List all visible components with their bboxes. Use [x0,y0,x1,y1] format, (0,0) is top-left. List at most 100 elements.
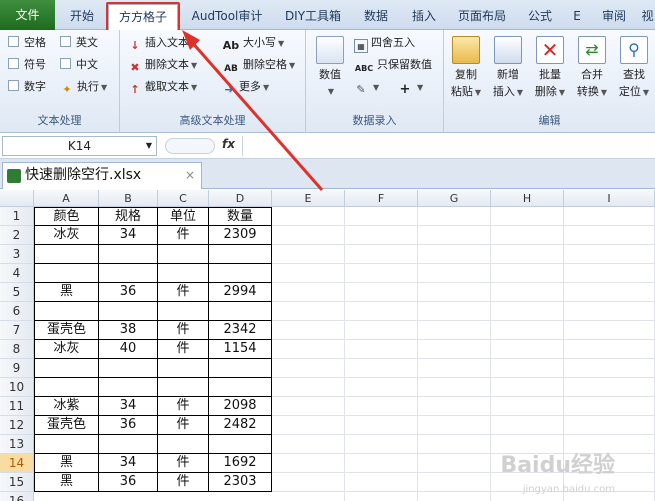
keep-numbers-button[interactable]: ABC 只保留数值 [354,56,432,74]
name-box[interactable]: K14 ▼ [2,136,157,156]
tab-diy-toolbox[interactable]: DIY工具箱 [276,4,350,28]
table-cell[interactable] [34,245,99,264]
select-all-corner[interactable] [0,190,34,207]
row-header[interactable]: 6 [0,302,34,321]
table-cell[interactable] [158,435,209,454]
table-cell[interactable] [99,378,158,397]
table-cell[interactable] [34,359,99,378]
checkbox-english[interactable]: 英文 [60,34,98,52]
tab-e[interactable]: E [566,4,588,28]
row-header[interactable]: 11 [0,397,34,416]
add-insert-button[interactable]: 新增 插入 ▼ [488,36,528,101]
table-cell[interactable]: 2342 [209,321,272,340]
checkbox-number[interactable]: 数字 [8,78,46,96]
delete-space-button[interactable]: AB 删除空格 ▼ [222,56,295,74]
column-header[interactable]: A [34,190,99,207]
checkbox-chinese[interactable]: 中文 [60,56,98,74]
table-cell[interactable]: 件 [158,416,209,435]
checkbox-box[interactable] [60,36,71,47]
checkbox-box[interactable] [8,80,19,91]
table-cell[interactable] [209,302,272,321]
batch-delete-button[interactable]: ✕ 批量 删除 ▼ [530,36,570,101]
row-header[interactable]: 10 [0,378,34,397]
copy-paste-button[interactable]: 复制 粘贴 ▼ [446,36,486,101]
tab-data[interactable]: 数据 [354,4,398,28]
table-cell[interactable]: 黑 [34,473,99,492]
execute-button[interactable]: ✦ 执行 ▼ [60,78,107,96]
table-cell[interactable]: 36 [99,473,158,492]
cut-text-button[interactable]: ↑ 截取文本 ▼ [128,78,197,96]
tab-audtool[interactable]: AudTool审计 [182,4,272,28]
add-entry-button[interactable]: + ▼ [398,78,424,97]
table-cell[interactable]: 1692 [209,454,272,473]
table-cell[interactable] [158,302,209,321]
formula-expand-control[interactable] [165,138,215,154]
table-cell[interactable] [209,245,272,264]
find-locate-button[interactable]: ⚲ 查找 定位 ▼ [614,36,654,101]
table-cell[interactable]: 2482 [209,416,272,435]
column-header[interactable]: G [418,190,491,207]
more-button[interactable]: ➜ 更多 ▼ [222,78,269,96]
table-cell[interactable]: 件 [158,321,209,340]
tab-review[interactable]: 审阅 [592,4,636,28]
table-cell[interactable] [99,435,158,454]
tab-formula[interactable]: 公式 [518,4,562,28]
table-cell[interactable]: 2098 [209,397,272,416]
merge-convert-button[interactable]: ⇄ 合并 转换 ▼ [572,36,612,101]
table-cell[interactable]: 颜色 [34,207,99,226]
table-cell[interactable] [209,378,272,397]
table-cell[interactable]: 数量 [209,207,272,226]
row-header[interactable]: 5 [0,283,34,302]
tab-view[interactable]: 视 [640,4,655,28]
table-cell[interactable]: 冰灰 [34,226,99,245]
row-header[interactable]: 8 [0,340,34,359]
column-header[interactable]: C [158,190,209,207]
table-cell[interactable] [99,245,158,264]
checkbox-space[interactable]: 空格 [8,34,46,52]
table-cell[interactable]: 件 [158,397,209,416]
table-cell[interactable] [34,435,99,454]
table-cell[interactable]: 冰灰 [34,340,99,359]
table-cell[interactable]: 2303 [209,473,272,492]
table-cell[interactable]: 40 [99,340,158,359]
table-cell[interactable] [158,378,209,397]
table-cell[interactable] [34,302,99,321]
table-cell[interactable]: 36 [99,283,158,302]
table-cell[interactable]: 件 [158,226,209,245]
numeric-button[interactable]: 数值 ▼ [310,36,350,100]
close-icon[interactable]: × [185,163,195,188]
tab-file[interactable]: 文件 [0,0,55,30]
table-cell[interactable] [34,264,99,283]
delete-text-button[interactable]: ✖ 删除文本 ▼ [128,56,197,74]
table-cell[interactable]: 黑 [34,454,99,473]
table-cell[interactable]: 件 [158,283,209,302]
table-cell[interactable]: 件 [158,340,209,359]
checkbox-box[interactable] [8,58,19,69]
tab-insert[interactable]: 插入 [402,4,446,28]
round-button[interactable]: ▦ 四舍五入 [354,34,415,53]
table-cell[interactable]: 件 [158,473,209,492]
edit-entry-button[interactable]: ✎ ▼ [354,78,379,96]
case-button[interactable]: Ab 大小写 ▼ [222,34,284,52]
table-cell[interactable]: 黑 [34,283,99,302]
table-cell[interactable]: 规格 [99,207,158,226]
table-cell[interactable] [158,264,209,283]
table-cell[interactable] [209,264,272,283]
table-cell[interactable]: 34 [99,454,158,473]
column-header[interactable]: D [209,190,272,207]
row-header[interactable]: 1 [0,207,34,226]
table-cell[interactable] [99,264,158,283]
table-cell[interactable] [209,435,272,454]
checkbox-box[interactable] [8,36,19,47]
row-header[interactable]: 12 [0,416,34,435]
table-cell[interactable] [158,245,209,264]
table-cell[interactable]: 单位 [158,207,209,226]
table-cell[interactable] [99,359,158,378]
table-cell[interactable]: 34 [99,226,158,245]
table-cell[interactable]: 冰紫 [34,397,99,416]
row-header[interactable]: 2 [0,226,34,245]
tab-home[interactable]: 开始 [60,4,104,28]
row-header[interactable]: 4 [0,264,34,283]
tab-page-layout[interactable]: 页面布局 [450,4,514,28]
formula-input[interactable] [242,136,652,156]
